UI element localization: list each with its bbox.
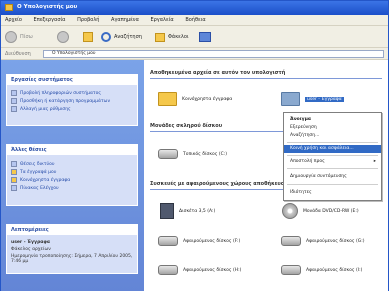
forward-button[interactable] bbox=[57, 30, 69, 44]
removable-drive-icon bbox=[158, 236, 178, 246]
menu-tools[interactable]: Εργαλεία bbox=[150, 17, 173, 23]
menu-favorites[interactable]: Αγαπημένα bbox=[111, 17, 139, 23]
cd-drive-e[interactable]: Μονάδα DVD/CD-RW (E:) bbox=[282, 203, 359, 219]
details-header[interactable]: Λεπτομέρειες bbox=[7, 225, 137, 235]
change-setting-link[interactable]: Αλλαγή μιας ρύθμισης bbox=[7, 105, 137, 113]
folder-icon bbox=[281, 92, 300, 106]
search-icon bbox=[101, 32, 111, 42]
up-folder-icon bbox=[83, 32, 93, 42]
views-button[interactable] bbox=[199, 30, 211, 44]
hard-drive-icon bbox=[158, 149, 178, 159]
title-bar[interactable]: Ο Υπολογιστής μου bbox=[1, 1, 388, 15]
task-pane: Εργασίες συστήματος Προβολή πληροφοριών … bbox=[1, 60, 144, 291]
address-value: Ο Υπολογιστής μου bbox=[52, 51, 96, 56]
removable-disk-i[interactable]: Αφαιρούμενος δίσκος (I:) bbox=[281, 265, 362, 275]
menu-edit[interactable]: Επεξεργασία bbox=[34, 17, 66, 23]
removable-drive-icon bbox=[158, 265, 178, 275]
folders-icon bbox=[155, 32, 165, 42]
menu-view[interactable]: Προβολή bbox=[77, 17, 99, 23]
search-button[interactable]: Αναζήτηση bbox=[101, 30, 142, 44]
forward-arrow-icon bbox=[57, 31, 69, 43]
my-documents-link[interactable]: Τα έγγραφά μου bbox=[7, 168, 137, 176]
shared-folder-icon bbox=[11, 177, 17, 183]
address-label: Διεύθυνση bbox=[5, 51, 31, 57]
details-type: Φάκελος αρχείων bbox=[11, 247, 51, 252]
floppy-icon bbox=[160, 203, 174, 219]
context-sharing-security[interactable]: Κοινή χρήση και ασφάλεια... bbox=[284, 145, 381, 153]
other-places-panel: Άλλες θέσεις Θέσεις δικτύου Τα έγγραφά μ… bbox=[6, 144, 138, 206]
context-send-to[interactable]: Αποστολή προς ▸ bbox=[284, 158, 381, 166]
context-separator bbox=[287, 142, 378, 143]
context-search[interactable]: Αναζήτηση... bbox=[284, 132, 381, 140]
context-menu: Άνοιγμα Εξερεύνηση Αναζήτηση... Κοινή χρ… bbox=[283, 112, 382, 201]
folders-button[interactable]: Φάκελοι bbox=[155, 30, 189, 44]
user-documents-folder[interactable]: user - Έγγραφα bbox=[281, 92, 344, 106]
back-button[interactable]: Πίσω bbox=[5, 30, 33, 44]
add-remove-programs-link[interactable]: Προσθήκη ή κατάργηση προγραμμάτων bbox=[7, 97, 137, 105]
shared-documents-folder[interactable]: Κοινόχρηστα έγγραφα bbox=[158, 92, 232, 106]
menu-bar: Αρχείο Επεξεργασία Προβολή Αγαπημένα Εργ… bbox=[1, 15, 388, 26]
context-open[interactable]: Άνοιγμα bbox=[284, 116, 381, 124]
context-create-shortcut[interactable]: Δημιουργία συντόμευσης bbox=[284, 173, 381, 181]
views-icon bbox=[199, 32, 211, 42]
add-remove-icon bbox=[11, 98, 17, 104]
menu-file[interactable]: Αρχείο bbox=[5, 17, 22, 23]
control-panel-icon bbox=[11, 185, 17, 191]
cd-drive-icon bbox=[282, 203, 298, 219]
context-separator bbox=[287, 168, 378, 169]
network-icon bbox=[11, 161, 17, 167]
context-separator bbox=[287, 155, 378, 156]
local-disk-c[interactable]: Τοπικός δίσκος (C:) bbox=[158, 149, 227, 159]
other-places-header[interactable]: Άλλες θέσεις bbox=[7, 145, 137, 155]
removable-disk-h[interactable]: Αφαιρούμενος δίσκος (H:) bbox=[158, 265, 241, 275]
removable-drive-icon bbox=[281, 236, 301, 246]
section-files-header: Αποθηκευμένα αρχεία σε αυτόν τον υπολογι… bbox=[150, 70, 382, 79]
removable-disk-g[interactable]: Αφαιρούμενος δίσκος (G:) bbox=[281, 236, 365, 246]
my-documents-icon bbox=[11, 169, 17, 175]
system-info-icon bbox=[11, 90, 17, 96]
submenu-arrow-icon: ▸ bbox=[373, 159, 376, 164]
up-button[interactable] bbox=[83, 30, 93, 44]
details-panel: Λεπτομέρειες user - Έγγραφα Φάκελος αρχε… bbox=[6, 224, 138, 274]
details-modified: Ημερομηνία τροποποίησης: Σήμερα, 7 Απριλ… bbox=[11, 254, 133, 264]
control-panel-icon bbox=[11, 106, 17, 112]
network-places-link[interactable]: Θέσεις δικτύου bbox=[7, 160, 137, 168]
system-tasks-header[interactable]: Εργασίες συστήματος bbox=[7, 75, 137, 85]
folder-icon bbox=[158, 92, 177, 106]
context-separator bbox=[287, 184, 378, 185]
details-name: user - Έγγραφα bbox=[11, 240, 51, 245]
back-arrow-icon bbox=[5, 31, 17, 43]
window-title: Ο Υπολογιστής μου bbox=[17, 4, 78, 10]
control-panel-link[interactable]: Πίνακας Ελέγχου bbox=[7, 184, 137, 192]
toolbar: Πίσω Αναζήτηση Φάκελοι bbox=[1, 26, 388, 48]
address-field[interactable]: Ο Υπολογιστής μου bbox=[43, 50, 384, 58]
context-explore[interactable]: Εξερεύνηση bbox=[284, 124, 381, 132]
my-computer-icon bbox=[5, 4, 13, 11]
floppy-drive-a[interactable]: Δισκέτα 3,5 (A:) bbox=[160, 203, 215, 219]
removable-disk-f[interactable]: Αφαιρούμενος δίσκος (F:) bbox=[158, 236, 240, 246]
view-system-info-link[interactable]: Προβολή πληροφοριών συστήματος bbox=[7, 89, 137, 97]
shared-documents-link[interactable]: Κοινόχρηστα έγγραφα bbox=[7, 176, 137, 184]
system-tasks-panel: Εργασίες συστήματος Προβολή πληροφοριών … bbox=[6, 74, 138, 126]
removable-drive-icon bbox=[281, 265, 301, 275]
context-properties[interactable]: Ιδιότητες bbox=[284, 189, 381, 197]
menu-help[interactable]: Βοήθεια bbox=[185, 17, 205, 23]
explorer-window: Ο Υπολογιστής μου Αρχείο Επεξεργασία Προ… bbox=[0, 0, 389, 291]
address-bar: Διεύθυνση Ο Υπολογιστής μου bbox=[1, 48, 388, 60]
